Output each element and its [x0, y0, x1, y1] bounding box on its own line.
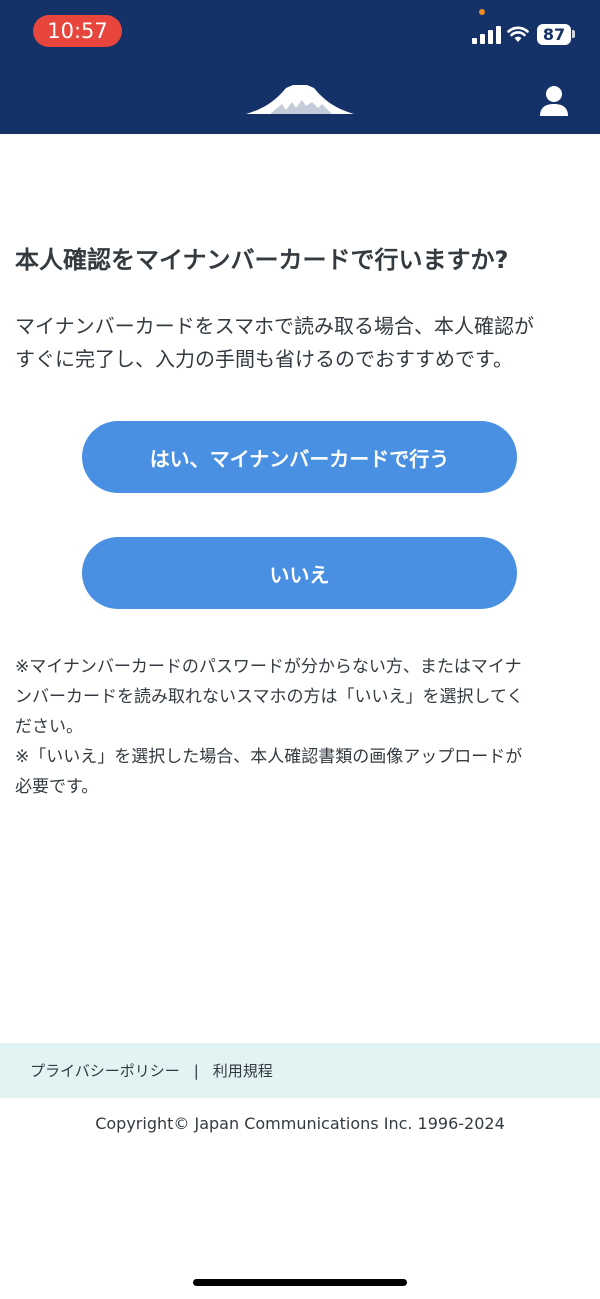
mountain-logo-icon: [246, 85, 354, 114]
lead-line: すぐに完了し、入力の手間も省けるのでおすすめです。: [15, 347, 513, 371]
no-button[interactable]: いいえ: [82, 537, 517, 609]
note-line: ※マイナンバーカードのパスワードが分からない方、またはマイナ: [15, 657, 522, 677]
footer-links: プライバシーポリシー | 利用規程: [0, 1043, 600, 1098]
battery-level: 87: [537, 24, 571, 45]
footer-separator: |: [193, 1061, 199, 1080]
status-time: 10:57: [33, 15, 122, 47]
note-line: 必要です。: [15, 777, 99, 797]
copyright-text: Copyright© Japan Communications Inc. 199…: [95, 1114, 505, 1133]
lead-line: マイナンバーカードをスマホで読み取る場合、本人確認が: [15, 314, 534, 338]
note-line: ※「いいえ」を選択した場合、本人確認書類の画像アップロードが: [15, 747, 523, 767]
app-screen: 10:57 87 本人確認をマイナンバーカードで行いますか? マイナンバーカード…: [0, 0, 600, 1299]
terms-link[interactable]: 利用規程: [213, 1060, 273, 1081]
page-title: 本人確認をマイナンバーカードで行いますか?: [15, 246, 509, 274]
privacy-policy-link[interactable]: プライバシーポリシー: [30, 1060, 180, 1081]
wifi-icon: [507, 26, 529, 42]
home-indicator[interactable]: [193, 1279, 407, 1286]
battery-tip: [572, 30, 575, 38]
note-line: ンバーカードを読み取れないスマホの方は「いいえ」を選択してく: [15, 687, 524, 707]
privacy-indicator-dot: [479, 9, 485, 15]
note-line: ださい。: [15, 717, 83, 737]
cellular-signal-icon: [472, 26, 501, 44]
yes-mynumber-button[interactable]: はい、マイナンバーカードで行う: [82, 421, 517, 493]
notes-section: ※マイナンバーカードのパスワードが分からない方、またはマイナ ンバーカードを読み…: [15, 652, 590, 802]
app-header: 10:57 87: [0, 0, 600, 134]
user-account-icon[interactable]: [539, 85, 569, 117]
lead-text: マイナンバーカードをスマホで読み取る場合、本人確認が すぐに完了し、入力の手間も…: [15, 310, 590, 376]
